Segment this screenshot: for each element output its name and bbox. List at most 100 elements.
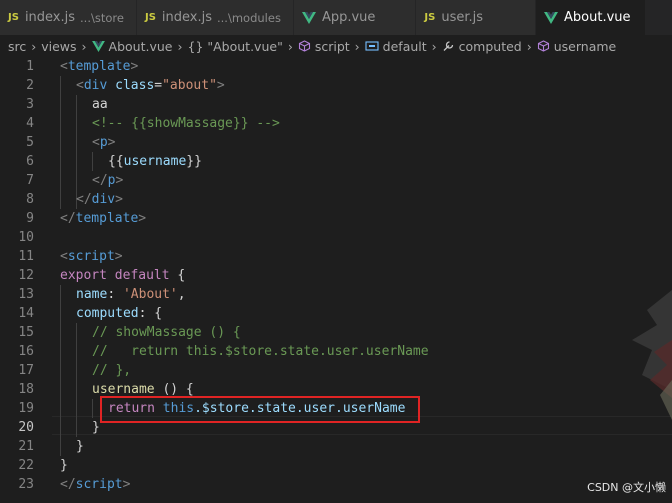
breadcrumb-item-views[interactable]: views [41,39,76,54]
code-token: </ [92,173,108,188]
code-line-15: // showMassage () { [92,325,241,340]
breadcrumb: src › views › About.vue › {} "About.vue"… [0,35,672,57]
tab-description: ...\modules [217,10,281,25]
tab-index-js-modules[interactable]: JS index.js ...\modules [136,0,294,35]
variable-icon [365,41,379,51]
line-number: 7 [26,173,34,188]
code-editor[interactable]: 1 2 3 4 5 6 7 8 9 10 11 12 13 14 15 16 1… [0,57,672,503]
code-line-22: } [60,458,68,473]
breadcrumb-item-default[interactable]: default [383,39,427,54]
code-token: default [114,268,170,283]
line-number: 9 [26,211,34,226]
code-token: < [76,78,84,93]
background-character-art [632,290,672,420]
chevron-right-icon: › [31,38,37,54]
code-token: username [92,382,155,397]
code-token: computed [76,306,139,321]
code-token: </ [60,477,76,492]
code-token: name [76,287,108,302]
line-number: 3 [26,97,34,112]
tab-user-js[interactable]: JS user.js [416,0,537,35]
code-token: </ [76,192,92,207]
code-line-4: <!-- {{showMassage}} --> [92,116,280,131]
tab-label: index.js [24,10,76,25]
line-number: 2 [26,78,34,93]
code-token: > [130,59,139,74]
vue-file-icon [91,40,105,52]
code-token: > [115,192,123,207]
vue-file-icon [301,11,316,24]
breadcrumb-item-src[interactable]: src [8,39,26,54]
tab-description: ...\store [80,10,124,25]
code-token: > [107,135,116,150]
breadcrumb-item-username[interactable]: username [554,39,617,54]
breadcrumb-item-script[interactable]: script [315,39,350,54]
tab-about-vue[interactable]: About.vue [536,0,646,35]
code-token: , [177,287,186,302]
indent-guide [76,323,77,437]
line-number: 4 [26,116,34,131]
indent-guide [60,76,61,209]
tab-label: About.vue [564,10,631,25]
watermark: CSDN @文小懒 [587,481,666,494]
line-number: 8 [26,192,34,207]
code-token: {{ [108,154,124,169]
code-token: p [99,135,108,150]
line-number: 12 [18,268,34,283]
code-token: > [138,211,147,226]
tab-app-vue[interactable]: App.vue [293,0,417,35]
breadcrumb-item-file[interactable]: About.vue [109,39,173,54]
code-line-1: <template> [60,57,138,76]
code-line-21: } [76,439,84,454]
breadcrumb-item-computed[interactable]: computed [459,39,522,54]
annotation-highlight-box [100,396,420,423]
tab-label: user.js [441,10,484,25]
code-token: div [83,78,108,93]
code-line-5: <p> [92,133,115,152]
code-token: > [115,173,124,188]
code-line-23: </script> [60,475,130,494]
chevron-right-icon: › [81,38,87,54]
line-number: 22 [18,458,34,473]
code-line-8: </div> [76,190,123,209]
code-token: < [92,135,100,150]
code-token: : [107,287,123,302]
code-token: }} [186,154,202,169]
chevron-right-icon: › [526,38,532,54]
tab-index-js-store[interactable]: JS index.js ...\store [0,0,137,35]
line-number: 16 [18,344,34,359]
line-number: 6 [26,154,34,169]
code-line-16: // return this.$store.state.user.userNam… [92,344,429,359]
indent-guide [92,399,93,418]
line-number: 14 [18,306,34,321]
line-number: 11 [18,249,34,264]
code-line-14: computed: { [76,304,162,323]
code-token: </ [60,211,76,226]
code-line-13: name: 'About', [76,285,186,304]
code-line-9: </template> [60,209,146,228]
code-token: class [115,78,155,93]
javascript-file-icon: JS [424,12,436,23]
line-number-current: 20 [18,420,34,435]
tab-label: index.js [161,10,212,25]
chevron-right-icon: › [354,38,360,54]
indent-guide [92,152,93,171]
chevron-right-icon: › [177,38,183,54]
code-token: username [123,154,187,169]
code-token: export [60,268,107,283]
code-line-20: } [92,420,100,435]
code-token: template [67,59,131,74]
vue-file-icon [544,11,559,24]
code-line-6: {{username}} [108,152,202,171]
code-line-17: // }, [92,363,132,378]
line-number: 17 [18,363,34,378]
line-number: 10 [18,230,34,245]
line-number: 15 [18,325,34,340]
breadcrumb-item-component[interactable]: {} "About.vue" [188,39,283,54]
code-line-3: aa [92,97,108,112]
wrench-icon [443,41,453,51]
code-token: "about" [162,78,217,93]
code-token: template [75,211,139,226]
line-number: 19 [18,401,34,416]
code-token: () { [154,382,194,397]
